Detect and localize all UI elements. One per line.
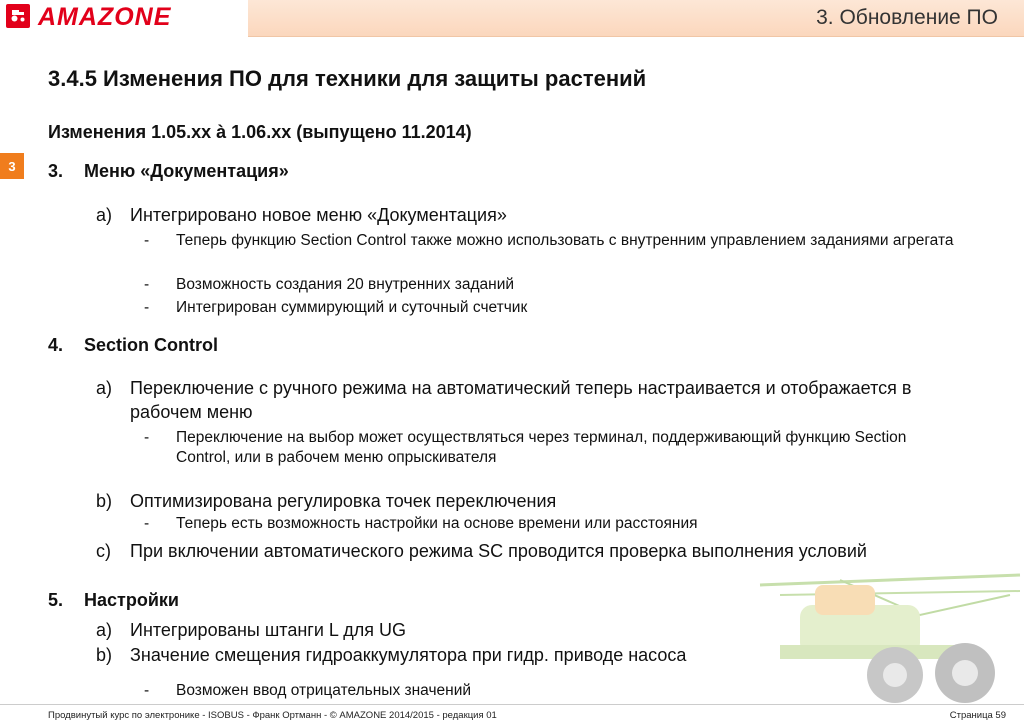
tractor-icon: [11, 10, 25, 22]
chapter-title: 3. Обновление ПО: [816, 6, 998, 29]
sub-item-letter: b): [96, 491, 113, 511]
sub-item-letter: a): [96, 205, 113, 225]
sub-item-text: Переключение с ручного режима на автомат…: [130, 378, 912, 422]
bullet-text: Теперь есть возможность настройки на осн…: [176, 515, 698, 532]
list-item-5: 5. Настройки: [48, 590, 179, 611]
chapter-tab: 3: [0, 153, 24, 179]
item-title: Настройки: [84, 590, 179, 610]
bullet-text: Теперь функцию Section Control также мож…: [176, 232, 954, 249]
amazone-logo-icon: [6, 4, 30, 28]
sub-item-letter: c): [96, 541, 111, 561]
item-number: 3.: [48, 161, 64, 181]
bullet-text: Возможность создания 20 внутренних задан…: [176, 276, 515, 293]
footer-divider: [0, 704, 1024, 705]
page-number: Страница 59: [949, 710, 1006, 721]
sprayer-illustration: [759, 573, 1021, 703]
list-item-3: 3. Меню «Документация»: [48, 161, 289, 182]
sub-item-letter: a): [96, 620, 113, 640]
page-subtitle: Изменения 1.05.xx à 1.06.xx (выпущено 11…: [48, 122, 472, 142]
brand-header: AMAZONE: [0, 0, 245, 36]
bullet-text: Интегрирован суммирующий и суточный счет…: [176, 299, 528, 316]
bullet-text: Переключение на выбор может осуществлять…: [176, 429, 907, 466]
item-title: Меню «Документация»: [84, 161, 289, 181]
logo-text: AMAZONE: [38, 3, 172, 31]
item-number: 5.: [48, 590, 64, 610]
footer-text: Продвинутый курс по электронике - ISOBUS…: [48, 710, 497, 721]
sub-item-text: Оптимизирована регулировка точек переклю…: [130, 491, 557, 511]
item-number: 4.: [48, 335, 64, 355]
item-title: Section Control: [84, 335, 218, 355]
header-bar: 3. Обновление ПО: [248, 0, 1024, 37]
sub-item-letter: b): [96, 645, 113, 665]
sub-item-text: Интегрировано новое меню «Документация»: [130, 205, 507, 225]
page-title: 3.4.5 Изменения ПО для техники для защит…: [48, 66, 647, 91]
list-item-4: 4. Section Control: [48, 335, 218, 356]
sub-item-letter: a): [96, 378, 113, 398]
